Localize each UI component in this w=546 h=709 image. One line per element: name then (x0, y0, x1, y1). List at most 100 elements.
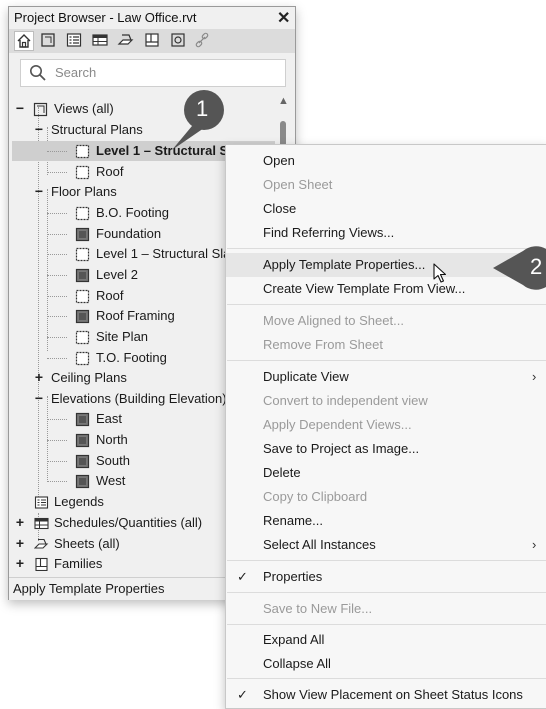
search-input[interactable]: Search (20, 59, 286, 87)
search-placeholder: Search (55, 65, 97, 80)
tree-label: Ceiling Plans (51, 370, 127, 385)
menu-label: Apply Dependent Views... (263, 417, 412, 432)
menu-item-collapse-all[interactable]: Collapse All (226, 652, 546, 676)
check-icon: ✓ (237, 569, 248, 584)
menu-label: Save to New File... (263, 601, 373, 616)
plan-view-icon (75, 309, 90, 324)
menu-item-find-referring-views[interactable]: Find Referring Views... (226, 221, 546, 245)
tree-node-views[interactable]: − Views (all) (9, 99, 275, 119)
menu-item-open-sheet: Open Sheet (226, 173, 546, 197)
menu-item-delete[interactable]: Delete (226, 461, 546, 485)
menu-item-close[interactable]: Close (226, 197, 546, 221)
tree-label: Families (54, 556, 103, 571)
tree-label: T.O. Footing (96, 350, 167, 365)
menu-label: Apply Template Properties... (263, 257, 426, 272)
plan-view-icon (75, 330, 90, 345)
menu-label: Collapse All (263, 656, 331, 671)
menu-label: Delete (263, 465, 301, 480)
menu-separator (227, 678, 546, 679)
close-icon[interactable]: ✕ (277, 8, 290, 28)
tree-label: Floor Plans (51, 184, 117, 199)
tree-guide-line (47, 419, 67, 420)
tree-guide-line (47, 461, 67, 462)
callout-1: 1 (170, 88, 230, 153)
family-icon[interactable] (143, 31, 161, 49)
tree-label: B.O. Footing (96, 205, 169, 220)
menu-separator (227, 304, 546, 305)
schedule-icon[interactable] (91, 31, 109, 49)
scroll-up-icon[interactable]: ▲ (278, 95, 289, 107)
submenu-arrow-icon: › (532, 537, 537, 552)
view-icon[interactable] (39, 31, 57, 49)
menu-item-show-view-placement[interactable]: ✓ Show View Placement on Sheet Status Ico… (226, 683, 546, 707)
status-text: Apply Template Properties (13, 581, 165, 596)
menu-label: Save to Project as Image... (263, 441, 420, 456)
plan-view-icon (75, 165, 90, 180)
plan-view-icon (75, 268, 90, 283)
tree-label: Schedules/Quantities (all) (54, 515, 203, 530)
browser-toolbar (9, 29, 295, 53)
tree-guide-line (47, 151, 67, 152)
menu-label: Open (263, 153, 295, 168)
menu-label: Duplicate View (263, 369, 349, 384)
tree-guide-line (47, 172, 67, 173)
legend-icon[interactable] (65, 31, 83, 49)
title-bar: Project Browser - Law Office.rvt ✕ (9, 7, 295, 29)
tree-label: Legends (54, 494, 104, 509)
menu-item-save-as-image[interactable]: Save to Project as Image... (226, 437, 546, 461)
window-title: Project Browser - Law Office.rvt (14, 10, 197, 25)
menu-separator (227, 592, 546, 593)
collapse-icon[interactable]: − (34, 120, 44, 139)
menu-separator (227, 560, 546, 561)
menu-item-rename[interactable]: Rename... (226, 509, 546, 533)
sheet-icon (34, 538, 49, 549)
views-icon (33, 102, 48, 117)
tree-guide-line (47, 316, 67, 317)
expand-icon[interactable]: + (15, 513, 25, 532)
plan-view-icon (75, 206, 90, 221)
plan-view-icon (75, 144, 90, 159)
tree-node-structural-plans[interactable]: − Structural Plans (9, 120, 275, 140)
expand-icon[interactable]: + (15, 534, 25, 553)
tree-guide-line (47, 296, 67, 297)
menu-separator (227, 624, 546, 625)
menu-label: Select All Instances (263, 537, 376, 552)
plan-view-icon (75, 289, 90, 304)
menu-item-duplicate-view[interactable]: Duplicate View › (226, 365, 546, 389)
menu-item-properties[interactable]: ✓ Properties (226, 565, 546, 589)
menu-item-open[interactable]: Open (226, 149, 546, 173)
tree-guide-line (47, 275, 67, 276)
menu-label: Copy to Clipboard (263, 489, 368, 504)
tree-guide-line (47, 234, 67, 235)
group-icon[interactable] (169, 31, 187, 49)
menu-item-remove-from-sheet: Remove From Sheet (226, 333, 546, 357)
tree-label: Elevations (Building Elevation) (51, 391, 227, 406)
expand-icon[interactable]: + (34, 368, 44, 387)
sheet-icon[interactable] (117, 31, 135, 49)
menu-item-expand-all[interactable]: Expand All (226, 628, 546, 652)
tree-guide-line (47, 440, 67, 441)
tree-label: Roof (96, 288, 124, 303)
expand-icon[interactable]: + (15, 554, 25, 571)
menu-label: Properties (263, 569, 323, 584)
tree-guide-line (47, 337, 67, 338)
search-icon (29, 64, 47, 87)
plan-view-icon (75, 227, 90, 242)
menu-item-select-all-instances[interactable]: Select All Instances › (226, 533, 546, 557)
home-icon[interactable] (14, 31, 34, 51)
tree-guide-line (47, 481, 67, 482)
menu-label: Expand All (263, 632, 325, 647)
link-icon[interactable] (193, 31, 211, 49)
submenu-arrow-icon: › (532, 369, 537, 384)
elevation-view-icon (75, 412, 90, 427)
menu-item-apply-dependent-views: Apply Dependent Views... (226, 413, 546, 437)
elevation-view-icon (75, 454, 90, 469)
tree-label: Sheets (all) (54, 536, 120, 551)
collapse-icon[interactable]: − (15, 99, 25, 118)
collapse-icon[interactable]: − (34, 389, 44, 408)
tree-label: North (96, 432, 128, 447)
menu-label: Find Referring Views... (263, 225, 395, 240)
collapse-icon[interactable]: − (34, 182, 44, 201)
callout-1-number: 1 (196, 96, 209, 121)
menu-label: Remove From Sheet (263, 337, 383, 352)
